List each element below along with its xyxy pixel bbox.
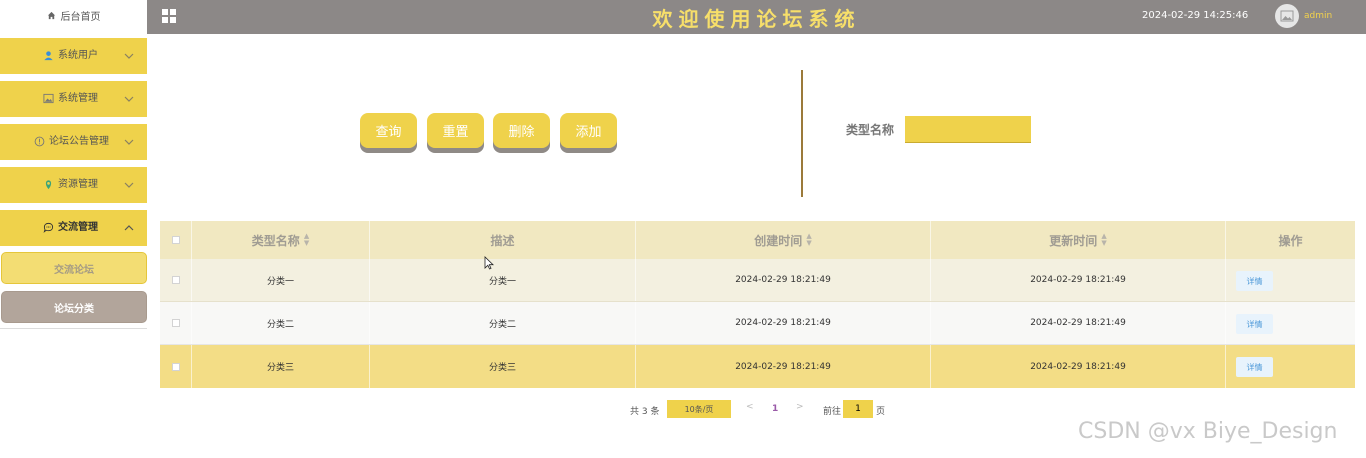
next-page-button[interactable]: > — [796, 402, 804, 412]
sidebar-item-label: 资源管理 — [58, 179, 98, 190]
add-button[interactable]: 添加 — [560, 113, 617, 148]
sort-icon[interactable]: ▲ ▼ — [1101, 233, 1106, 247]
chevron-down-icon — [124, 182, 134, 188]
cell-description: 分类二 — [370, 302, 636, 344]
user-icon — [44, 51, 53, 61]
sidebar-item-communication-management[interactable]: 交流管理 — [0, 210, 147, 246]
sidebar-item-resource-management[interactable]: 资源管理 — [0, 167, 147, 203]
table-row[interactable]: 分类一 分类一 2024-02-29 18:21:49 2024-02-29 1… — [160, 259, 1355, 302]
cell-type-name: 分类三 — [192, 345, 370, 388]
mouse-cursor-icon — [484, 256, 494, 270]
chevron-up-icon — [124, 225, 134, 231]
sort-icon[interactable]: ▲ ▼ — [304, 233, 309, 247]
sidebar-divider — [0, 328, 147, 329]
watermark-text: CSDN @vx Biye_Design — [1078, 419, 1338, 444]
sort-icon[interactable]: ▲ ▼ — [806, 233, 811, 247]
toolbar-divider — [801, 70, 803, 197]
sidebar-home[interactable]: 后台首页 — [0, 0, 147, 30]
cell-updated-time: 2024-02-29 18:21:49 — [931, 345, 1226, 388]
image-icon — [43, 93, 54, 104]
sidebar-item-label: 系统管理 — [58, 93, 98, 104]
sidebar-item-forum-announcements[interactable]: 论坛公告管理 — [0, 124, 147, 160]
chevron-down-icon — [124, 96, 134, 102]
sidebar-item-label: 系统用户 — [58, 50, 98, 61]
table-row[interactable]: 分类二 分类二 2024-02-29 18:21:49 2024-02-29 1… — [160, 302, 1355, 345]
sidebar-item-label: 交流管理 — [58, 222, 98, 233]
cell-updated-time: 2024-02-29 18:21:49 — [931, 259, 1226, 301]
chevron-down-icon — [124, 53, 134, 59]
row-checkbox[interactable] — [171, 362, 180, 371]
submenu-item-forum-category[interactable]: 论坛分类 — [1, 291, 147, 323]
avatar[interactable] — [1275, 4, 1299, 28]
delete-button[interactable]: 删除 — [493, 113, 550, 148]
header-actions: 操作 — [1278, 233, 1303, 248]
row-checkbox[interactable] — [171, 319, 180, 327]
header-description: 描述 — [370, 221, 636, 259]
cell-description: 分类三 — [370, 345, 636, 388]
username[interactable]: admin — [1304, 11, 1332, 21]
goto-label: 前往 — [823, 407, 842, 417]
header-type-name[interactable]: 类型名称 ▲ ▼ — [192, 221, 370, 259]
filter-label: 类型名称 — [846, 123, 895, 137]
chevron-down-icon — [124, 139, 134, 145]
cell-created-time: 2024-02-29 18:21:49 — [636, 302, 931, 344]
goto-page-input[interactable] — [843, 400, 873, 418]
sidebar-home-label: 后台首页 — [60, 11, 101, 23]
header-updated-time[interactable]: 更新时间 ▲ ▼ — [931, 221, 1226, 259]
detail-button[interactable]: 详情 — [1236, 271, 1273, 291]
location-pin-icon — [45, 180, 52, 190]
table-header: 类型名称 ▲ ▼ 描述 创建时间 ▲ ▼ 更新时间 ▲ ▼ 操作 — [160, 221, 1355, 259]
avatar-image-icon — [1280, 10, 1294, 22]
sidebar: 后台首页 系统用户 系统管理 论坛公告管理 资源管理 交流管理 交流论坛 论坛分… — [0, 0, 147, 458]
reset-button[interactable]: 重置 — [427, 113, 484, 148]
top-header: 欢迎使用论坛系统 2024-02-29 14:25:46 admin — [147, 0, 1366, 34]
cell-updated-time: 2024-02-29 18:21:49 — [931, 302, 1226, 344]
detail-button[interactable]: 详情 — [1236, 357, 1273, 377]
sidebar-item-system-management[interactable]: 系统管理 — [0, 81, 147, 117]
info-circle-icon — [34, 136, 45, 147]
sidebar-item-label: 论坛公告管理 — [49, 136, 109, 147]
cell-created-time: 2024-02-29 18:21:49 — [636, 345, 931, 388]
select-all-checkbox[interactable] — [171, 236, 180, 244]
page-number-current[interactable]: 1 — [772, 404, 778, 414]
cell-type-name: 分类一 — [192, 259, 370, 301]
home-icon — [47, 11, 55, 19]
chat-icon — [43, 222, 54, 233]
type-name-input[interactable] — [905, 116, 1031, 143]
cell-created-time: 2024-02-29 18:21:49 — [636, 259, 931, 301]
page-suffix-label: 页 — [876, 407, 886, 417]
cell-type-name: 分类二 — [192, 302, 370, 344]
table-row[interactable]: 分类三 分类三 2024-02-29 18:21:49 2024-02-29 1… — [160, 345, 1355, 388]
row-checkbox[interactable] — [171, 276, 180, 284]
page-size-select[interactable]: 10条/页 — [667, 400, 731, 418]
detail-button[interactable]: 详情 — [1236, 314, 1273, 334]
submenu-item-forum[interactable]: 交流论坛 — [1, 252, 147, 284]
prev-page-button[interactable]: < — [746, 402, 754, 412]
header-created-time[interactable]: 创建时间 ▲ ▼ — [636, 221, 931, 259]
pagination-total: 共 3 条 — [630, 407, 660, 417]
sidebar-item-system-users[interactable]: 系统用户 — [0, 38, 147, 74]
cell-description: 分类一 — [370, 259, 636, 301]
header-datetime: 2024-02-29 14:25:46 — [1142, 10, 1249, 21]
header-checkbox-cell — [160, 221, 192, 259]
query-button[interactable]: 查询 — [360, 113, 417, 148]
